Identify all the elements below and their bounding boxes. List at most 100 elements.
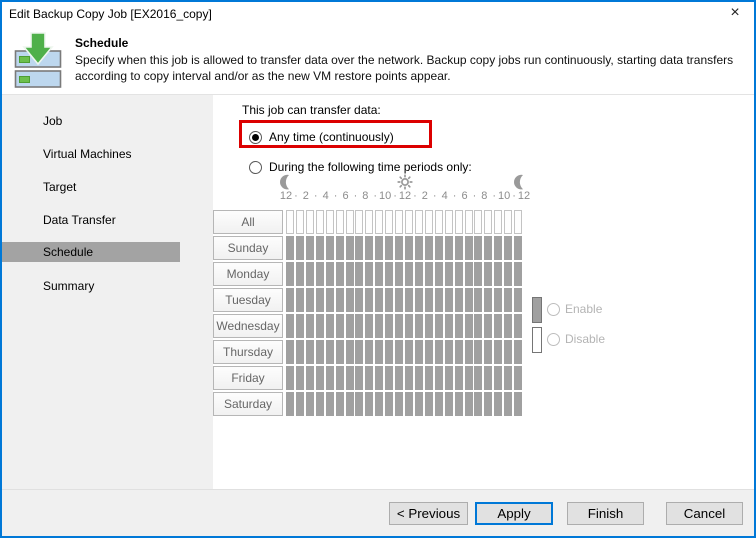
schedule-cell[interactable] [454,392,463,416]
schedule-cell[interactable] [355,392,364,416]
schedule-cell[interactable] [305,314,314,338]
schedule-cell[interactable] [325,262,334,286]
sidebar-item-target[interactable]: Target [2,177,213,197]
schedule-cell[interactable] [494,262,503,286]
schedule-cell[interactable] [484,210,493,234]
schedule-cell[interactable] [484,392,493,416]
schedule-cell[interactable] [444,366,453,390]
schedule-cell[interactable] [345,340,354,364]
apply-button[interactable]: Apply [475,502,553,525]
schedule-cell[interactable] [434,210,443,234]
sidebar-item-schedule[interactable]: Schedule [2,242,180,262]
schedule-cell[interactable] [315,392,324,416]
schedule-cell[interactable] [464,210,473,234]
schedule-cell[interactable] [454,236,463,260]
schedule-cell[interactable] [355,210,364,234]
schedule-cell[interactable] [395,236,404,260]
day-button-sunday[interactable]: Sunday [213,236,283,260]
schedule-cell[interactable] [405,340,413,364]
schedule-cell[interactable] [494,288,503,312]
day-button-thursday[interactable]: Thursday [213,340,283,364]
schedule-cell[interactable] [474,288,483,312]
schedule-cell[interactable] [504,366,513,390]
schedule-cell[interactable] [305,392,314,416]
schedule-cell[interactable] [414,210,423,234]
schedule-cell[interactable] [484,262,493,286]
schedule-cell[interactable] [454,314,463,338]
any-time-label[interactable]: Any time (continuously) [269,130,394,144]
previous-button[interactable]: < Previous [389,502,468,525]
schedule-cell[interactable] [434,288,443,312]
schedule-cell[interactable] [395,340,404,364]
schedule-cell[interactable] [424,392,433,416]
schedule-cell[interactable] [295,210,304,234]
time-periods-radio[interactable] [249,161,262,174]
schedule-cell[interactable] [335,340,344,364]
schedule-cell[interactable] [474,262,483,286]
schedule-cell[interactable] [295,236,304,260]
schedule-cell[interactable] [434,392,443,416]
schedule-cell[interactable] [375,392,384,416]
disable-radio[interactable] [547,333,560,346]
schedule-cell[interactable] [414,366,423,390]
schedule-cell[interactable] [355,366,364,390]
schedule-cell[interactable] [315,236,324,260]
schedule-cell[interactable] [444,236,453,260]
schedule-cell[interactable] [375,314,384,338]
schedule-cell[interactable] [405,236,413,260]
schedule-cell[interactable] [405,210,413,234]
schedule-cell[interactable] [385,210,394,234]
schedule-cell[interactable] [345,366,354,390]
schedule-cell[interactable] [305,366,314,390]
schedule-cell[interactable] [494,392,503,416]
time-periods-label[interactable]: During the following time periods only: [269,160,472,174]
schedule-cell[interactable] [355,288,364,312]
schedule-cell[interactable] [464,288,473,312]
schedule-cell[interactable] [504,314,513,338]
schedule-cell[interactable] [474,340,483,364]
schedule-cell[interactable] [385,366,394,390]
schedule-cell[interactable] [295,288,304,312]
schedule-cell[interactable] [305,262,314,286]
schedule-cell[interactable] [504,236,513,260]
schedule-cell[interactable] [464,340,473,364]
day-button-friday[interactable]: Friday [213,366,283,390]
schedule-cell[interactable] [424,262,433,286]
schedule-cell[interactable] [365,366,374,390]
day-button-tuesday[interactable]: Tuesday [213,288,283,312]
schedule-cell[interactable] [424,288,433,312]
schedule-cell[interactable] [395,262,404,286]
schedule-cell[interactable] [444,210,453,234]
schedule-cell[interactable] [305,340,314,364]
schedule-cell[interactable] [315,262,324,286]
day-button-monday[interactable]: Monday [213,262,283,286]
day-button-wednesday[interactable]: Wednesday [213,314,283,338]
sidebar-item-job[interactable]: Job [2,111,213,131]
schedule-cell[interactable] [454,366,463,390]
schedule-cell[interactable] [325,366,334,390]
schedule-cell[interactable] [484,340,493,364]
day-button-saturday[interactable]: Saturday [213,392,283,416]
schedule-cell[interactable] [514,236,523,260]
schedule-cell[interactable] [474,314,483,338]
schedule-cell[interactable] [464,236,473,260]
schedule-cell[interactable] [504,288,513,312]
schedule-cell[interactable] [444,340,453,364]
schedule-cell[interactable] [335,288,344,312]
schedule-cell[interactable] [494,236,503,260]
schedule-cell[interactable] [286,366,294,390]
schedule-cell[interactable] [474,210,483,234]
schedule-cell[interactable] [424,210,433,234]
schedule-cell[interactable] [514,366,523,390]
schedule-cell[interactable] [424,236,433,260]
schedule-cell[interactable] [335,262,344,286]
schedule-cell[interactable] [295,340,304,364]
schedule-cell[interactable] [464,366,473,390]
schedule-cell[interactable] [375,288,384,312]
schedule-cell[interactable] [345,392,354,416]
schedule-cell[interactable] [414,262,423,286]
schedule-cell[interactable] [434,366,443,390]
schedule-cell[interactable] [335,366,344,390]
cancel-button[interactable]: Cancel [666,502,743,525]
schedule-cell[interactable] [424,314,433,338]
